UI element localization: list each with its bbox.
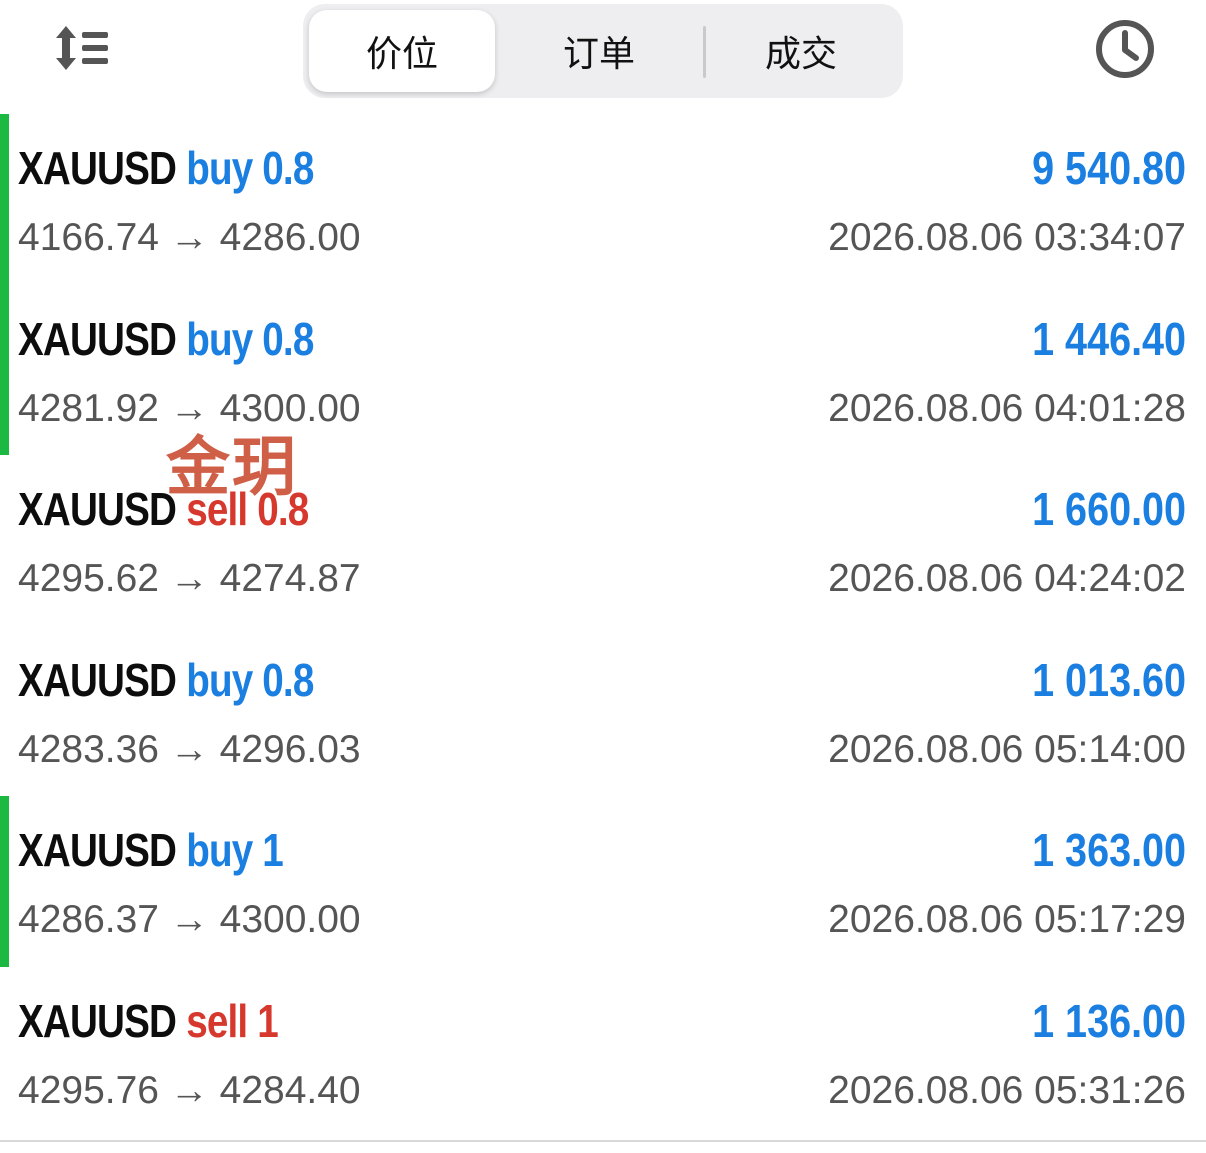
deal-profit: 1 013.60	[1032, 653, 1186, 706]
deal-profit: 1 363.00	[1032, 824, 1186, 876]
deal-symbol: XAUUSD	[18, 483, 177, 535]
deal-time: 2026.08.06 04:24:02	[828, 557, 1186, 600]
deal-profit: 1 136.00	[1032, 994, 1186, 1047]
deal-title: XAUUSD buy 0.8	[18, 138, 314, 198]
deal-title: XAUUSD sell 0.8	[18, 479, 309, 539]
deal-symbol: XAUUSD	[18, 653, 177, 706]
toolbar: 价位 订单 成交	[0, 0, 1206, 112]
deal-profit: 1 660.00	[1032, 483, 1186, 535]
deal-profit: 1 446.40	[1032, 312, 1186, 365]
deal-row[interactable]: XAUUSD buy 1 4286.37 → 4300.00 1 363.00 2…	[0, 796, 1206, 967]
sort-list-icon[interactable]	[52, 22, 114, 74]
deal-title: XAUUSD sell 1	[18, 991, 279, 1051]
deal-prices: 4295.76 → 4284.40	[18, 1068, 361, 1112]
deal-row[interactable]: XAUUSD buy 0.8 4283.36 → 4296.03 1 013.60…	[0, 626, 1206, 797]
segmented-control: 价位 订单 成交	[303, 4, 903, 98]
tab-prices[interactable]: 价位	[309, 10, 495, 92]
deal-side: buy 0.8	[186, 142, 314, 194]
deal-row[interactable]: XAUUSD buy 0.8 4166.74 → 4286.00 9 540.80…	[0, 114, 1206, 285]
deal-prices: 4286.37 → 4300.00	[18, 898, 361, 941]
divider	[0, 1140, 1206, 1142]
status-indicator	[0, 114, 9, 285]
deal-side: sell 0.8	[186, 483, 309, 535]
deal-title: XAUUSD buy 1	[18, 820, 284, 880]
status-indicator	[0, 796, 9, 967]
deal-symbol: XAUUSD	[18, 824, 177, 876]
deal-row[interactable]: XAUUSD sell 0.8 4295.62 → 4274.87 1 660.0…	[0, 455, 1206, 626]
tab-orders[interactable]: 订单	[499, 10, 699, 92]
deal-time: 2026.08.06 05:31:26	[828, 1068, 1186, 1112]
deal-title: XAUUSD buy 0.8	[18, 309, 314, 369]
deal-side: buy 1	[186, 824, 284, 876]
deal-prices: 4166.74 → 4286.00	[18, 216, 361, 259]
deal-side: sell 1	[186, 994, 278, 1047]
deal-title: XAUUSD buy 0.8	[18, 650, 314, 710]
deal-side: buy 0.8	[186, 312, 314, 365]
deal-symbol: XAUUSD	[18, 142, 177, 194]
deal-prices: 4281.92 → 4300.00	[18, 386, 361, 430]
deal-time: 2026.08.06 05:17:29	[828, 898, 1186, 941]
deal-prices: 4295.62 → 4274.87	[18, 557, 361, 600]
deal-row[interactable]: XAUUSD buy 0.8 4281.92 → 4300.00 1 446.40…	[0, 284, 1206, 455]
status-indicator	[0, 284, 9, 455]
deal-list: XAUUSD buy 0.8 4166.74 → 4286.00 9 540.80…	[0, 114, 1206, 1137]
deal-profit: 9 540.80	[1032, 142, 1186, 194]
deal-row[interactable]: XAUUSD sell 1 4295.76 → 4284.40 1 136.00 …	[0, 967, 1206, 1138]
deal-time: 2026.08.06 05:14:00	[828, 727, 1186, 771]
deal-symbol: XAUUSD	[18, 312, 177, 365]
tab-deals[interactable]: 成交	[705, 10, 897, 92]
clock-icon[interactable]	[1094, 18, 1156, 80]
deal-side: buy 0.8	[186, 653, 314, 706]
deal-time: 2026.08.06 04:01:28	[828, 386, 1186, 430]
deal-prices: 4283.36 → 4296.03	[18, 727, 361, 771]
deal-symbol: XAUUSD	[18, 994, 177, 1047]
deal-time: 2026.08.06 03:34:07	[828, 216, 1186, 259]
